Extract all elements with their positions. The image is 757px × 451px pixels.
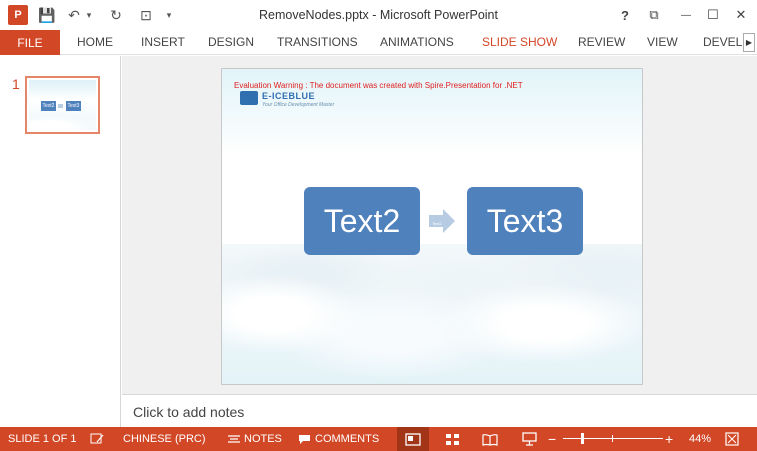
zoom-out-button[interactable]: − [548,431,556,447]
comment-icon [299,434,310,444]
notes-pane[interactable]: Click to add notes [122,394,757,427]
tab-home[interactable]: HOME [77,35,113,49]
tab-slide-show[interactable]: SLIDE SHOW [482,35,557,49]
status-bar: SLIDE 1 OF 1 CHINESE (PRC) NOTES COMMENT… [0,427,757,451]
zoom-level[interactable]: 44% [689,433,711,445]
ribbon-scroll-right-icon[interactable]: ▶ [743,33,755,52]
smartart-node-text2[interactable]: Text2 [304,187,420,255]
ribbon-display-options-icon[interactable]: ⧉ [641,4,667,26]
undo-icon[interactable]: ↶ [66,5,82,25]
thumbnail-number: 1 [12,76,20,92]
zoom-slider-thumb[interactable] [581,433,584,444]
slide-thumbnail-pane[interactable]: 1 Text2 Text3 [0,56,121,427]
ribbon-tabs: FILE HOME INSERT DESIGN TRANSITIONS ANIM… [0,30,757,55]
slide-canvas[interactable]: Evaluation Warning : The document was cr… [221,68,643,385]
cloud-background [222,244,642,384]
notes-button[interactable]: NOTES [228,433,282,445]
help-icon[interactable]: ? [612,4,638,26]
maximize-button[interactable]: ☐ [700,4,726,26]
save-icon[interactable]: 💾 [36,5,58,25]
minimize-button[interactable]: — [673,4,699,26]
arrow-label: Text2 [432,221,442,226]
language-indicator[interactable]: CHINESE (PRC) [123,433,206,445]
fit-slide-icon[interactable] [723,431,741,447]
smartart-node-text3[interactable]: Text3 [467,187,583,255]
tab-animations[interactable]: ANIMATIONS [380,35,454,49]
tab-review[interactable]: REVIEW [578,35,625,49]
logo-tagline: Your Office Development Master [262,102,335,108]
comments-label: COMMENTS [315,433,380,445]
logo-icon [240,91,258,105]
thumbnail-preview: Text2 Text3 [29,80,96,130]
reading-view-icon[interactable] [481,431,499,447]
app-icon-letter: P [14,9,22,21]
thumbnail-arrow [58,104,63,108]
tab-file[interactable]: FILE [0,30,60,55]
zoom-in-button[interactable]: + [665,431,673,447]
evaluation-warning: Evaluation Warning : The document was cr… [234,81,523,90]
normal-view-icon[interactable] [404,431,422,447]
powerpoint-app-icon[interactable]: P [8,5,28,25]
tab-view[interactable]: VIEW [647,35,678,49]
thumbnail-node: Text3 [66,101,81,111]
proofing-icon[interactable] [90,433,104,445]
thumbnail-clouds [29,114,96,130]
thumbnail-node: Text2 [41,101,56,111]
slide-edit-area: Evaluation Warning : The document was cr… [122,56,757,394]
slide-indicator[interactable]: SLIDE 1 OF 1 [8,433,76,445]
zoom-slider-track[interactable] [563,438,663,439]
start-from-beginning-icon[interactable]: ⊡ [136,5,156,25]
zoom-slider-midmark [612,435,613,442]
notes-icon [228,435,240,443]
redo-icon[interactable]: ↻ [106,5,126,25]
slide-sorter-icon[interactable] [443,431,461,447]
undo-dropdown-icon[interactable]: ▾ [83,5,95,25]
notes-label: NOTES [244,433,282,445]
comments-button[interactable]: COMMENTS [298,433,379,445]
tab-transitions[interactable]: TRANSITIONS [277,35,358,49]
slide-show-icon[interactable] [520,431,538,447]
close-button[interactable]: ✕ [728,4,754,26]
customize-qat-icon[interactable]: ▾ [162,5,176,25]
title-bar: P 💾 ↶ ▾ ↻ ⊡ ▾ RemoveNodes.pptx - Microso… [0,0,757,30]
logo-text: E-ICEBLUE [262,91,316,101]
tab-design[interactable]: DESIGN [208,35,254,49]
tab-insert[interactable]: INSERT [141,35,185,49]
notes-placeholder: Click to add notes [133,404,245,420]
slide-thumbnail[interactable]: Text2 Text3 [25,76,100,134]
